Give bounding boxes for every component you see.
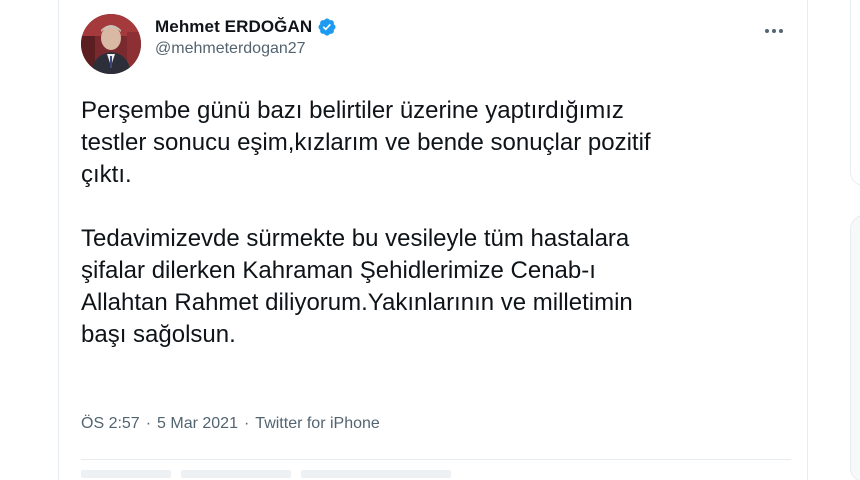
tweet-date[interactable]: 5 Mar 2021 (157, 415, 238, 433)
meta-separator: · (145, 415, 152, 432)
avatar[interactable] (81, 14, 141, 74)
verified-badge-icon (317, 17, 337, 37)
tweet-source[interactable]: Twitter for iPhone (255, 415, 380, 433)
tweet-card: Mehmet ERDOĞAN @mehmeterdogan27 Perşembe… (58, 0, 808, 480)
more-options-button[interactable] (759, 20, 789, 42)
tweet-header: Mehmet ERDOĞAN @mehmeterdogan27 (81, 10, 791, 74)
tweet-time[interactable]: ÖS 2:57 (81, 415, 140, 433)
sidebar-card-top (850, 0, 860, 186)
divider (81, 459, 791, 460)
meta-separator: · (243, 415, 250, 432)
author-display-name[interactable]: Mehmet ERDOĞAN (155, 17, 312, 37)
tweet-meta: ÖS 2:57 · 5 Mar 2021 · Twitter for iPhon… (81, 415, 380, 433)
profile-photo-icon (81, 14, 141, 74)
page: Mehmet ERDOĞAN @mehmeterdogan27 Perşembe… (0, 0, 860, 480)
name-row: Mehmet ERDOĞAN (155, 16, 337, 38)
author-names: Mehmet ERDOĞAN @mehmeterdogan27 (155, 16, 337, 58)
more-horizontal-icon (765, 29, 769, 33)
sidebar-card (850, 215, 860, 480)
author-handle[interactable]: @mehmeterdogan27 (155, 40, 337, 58)
tweet-text: Perşembe günü bazı belirtiler üzerine ya… (81, 97, 651, 348)
stats-row-partial (81, 470, 501, 480)
